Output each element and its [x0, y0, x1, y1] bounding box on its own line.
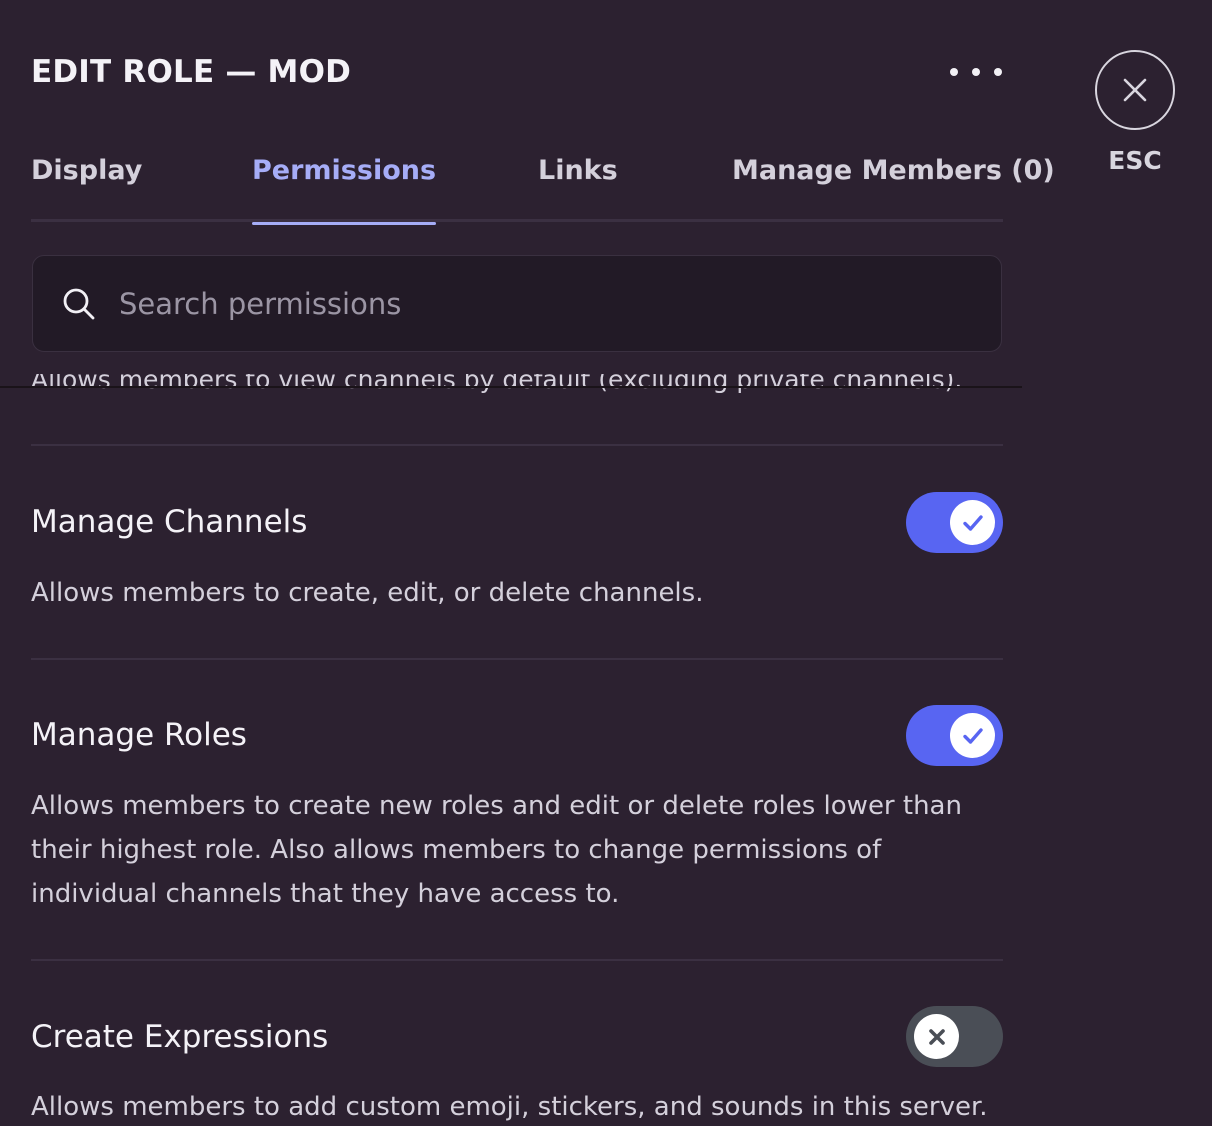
x-icon — [928, 1028, 945, 1045]
more-options-button[interactable] — [950, 62, 1002, 82]
more-horizontal-icon — [950, 68, 958, 76]
permissions-list[interactable]: Allows members to view channels by defau… — [0, 352, 1212, 1126]
tab-links[interactable]: Links — [538, 150, 618, 222]
search-icon — [61, 286, 97, 322]
permission-name: Manage Channels — [31, 504, 308, 540]
role-tabs: Display Permissions Links Manage Members… — [31, 150, 1055, 225]
toggle-knob — [950, 500, 995, 545]
scroll-mask — [0, 352, 1212, 374]
permission-name: Manage Roles — [31, 717, 247, 753]
permission-name: Create Expressions — [31, 1019, 329, 1055]
toggle-knob — [914, 1014, 959, 1059]
tab-manage-members[interactable]: Manage Members (0) — [732, 150, 1055, 222]
more-horizontal-icon — [972, 68, 980, 76]
close-button[interactable] — [1095, 50, 1175, 130]
edit-role-page: EDIT ROLE — MOD ESC Display Permissions … — [0, 0, 1212, 1126]
toggle-knob — [950, 713, 995, 758]
permission-description: Allows members to create new roles and e… — [31, 791, 962, 909]
manage-channels-toggle[interactable] — [906, 492, 1003, 553]
permission-divider — [31, 959, 1003, 961]
scroll-edge-divider — [0, 386, 1022, 388]
close-icon — [1123, 78, 1147, 102]
esc-label: ESC — [1108, 146, 1162, 175]
create-expressions-toggle[interactable] — [906, 1006, 1003, 1067]
permission-description: Allows members to create, edit, or delet… — [31, 578, 704, 608]
tab-display[interactable]: Display — [31, 150, 142, 222]
manage-roles-toggle[interactable] — [906, 705, 1003, 766]
page-title: EDIT ROLE — MOD — [31, 54, 352, 90]
check-icon — [962, 514, 983, 531]
more-horizontal-icon — [994, 68, 1002, 76]
permission-description: Allows members to add custom emoji, stic… — [31, 1092, 988, 1122]
search-input[interactable] — [119, 273, 1001, 334]
tab-permissions[interactable]: Permissions — [252, 150, 437, 225]
search-box — [32, 255, 1002, 352]
check-icon — [962, 727, 983, 744]
permission-divider — [31, 444, 1003, 446]
permission-divider — [31, 658, 1003, 660]
